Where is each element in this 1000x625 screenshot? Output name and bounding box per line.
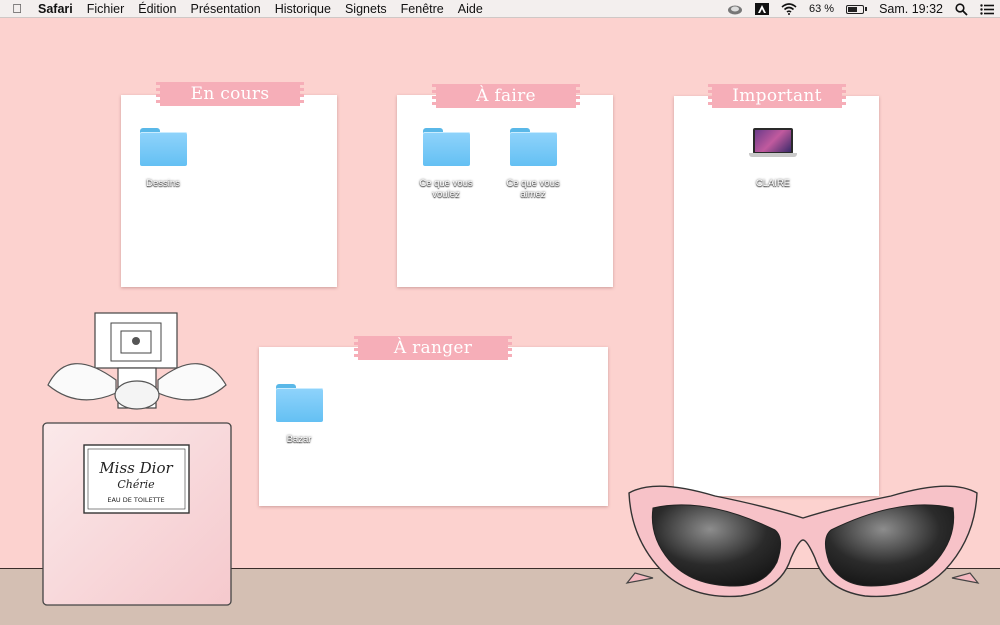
app-menu[interactable]: Safari (34, 2, 80, 16)
menu-fichier[interactable]: Fichier (80, 2, 132, 16)
menu-historique[interactable]: Historique (268, 2, 338, 16)
panel-title-a-ranger: À ranger (354, 336, 512, 360)
desktop-item-label: Bazar (286, 434, 312, 445)
panel-title-important: Important (708, 84, 846, 108)
laptop-drive-icon (749, 128, 797, 158)
perfume-bottle-illustration: Miss Dior Chérie EAU DE TOILETTE (42, 312, 232, 606)
desktop-item[interactable]: Bazar (264, 384, 334, 445)
panel-a-ranger: Bazar (259, 347, 608, 506)
desktop-item-label: Dessins (146, 178, 180, 189)
battery-percent[interactable]: 63 % (809, 3, 834, 15)
notification-center-icon[interactable] (980, 3, 994, 15)
perfume-label-line1: Miss Dior (98, 459, 173, 477)
folder-icon (275, 384, 323, 422)
panel-title-en-cours: En cours (156, 82, 304, 106)
clock[interactable]: Sam. 19:32 (879, 2, 943, 16)
desktop-item-label: Ce que vous voulez (419, 178, 473, 200)
perfume-label-line2: Chérie (117, 478, 155, 491)
menu-presentation[interactable]: Présentation (184, 2, 268, 16)
panel-title-a-faire: À faire (432, 84, 580, 108)
battery-icon[interactable] (846, 4, 868, 14)
perfume-label-line3: EAU DE TOILETTE (107, 496, 164, 504)
desktop-item-label: CLAIRE (755, 178, 791, 189)
menu-aide[interactable]: Aide (451, 2, 490, 16)
panel-important: CLAIRE (674, 96, 879, 496)
menu-signets[interactable]: Signets (338, 2, 394, 16)
desktop-item[interactable]: Ce que vous voulez (411, 128, 481, 200)
menu-edition[interactable]: Édition (131, 2, 183, 16)
folder-icon (139, 128, 187, 166)
desktop-item[interactable]: Ce que vous aimez (498, 128, 568, 200)
sunglasses-illustration (625, 485, 980, 598)
menu-fenetre[interactable]: Fenêtre (394, 2, 451, 16)
desktop-item[interactable]: CLAIRE (738, 128, 808, 189)
watermark-text: la-paillette.com (858, 346, 879, 488)
folder-icon (509, 128, 557, 166)
desktop-item-label: Ce que vous aimez (506, 178, 560, 200)
adobe-logo-icon[interactable] (754, 3, 769, 15)
spotlight-search-icon[interactable] (955, 2, 968, 16)
panel-a-faire: Ce que vous voulez Ce que vous aimez (397, 95, 613, 287)
cloud-status-icon[interactable] (727, 3, 743, 15)
menu-bar:  Safari Fichier Édition Présentation Hi… (0, 0, 1000, 18)
folder-icon (422, 128, 470, 166)
apple-menu-icon[interactable]:  (0, 1, 34, 16)
wifi-icon[interactable] (781, 3, 797, 15)
panel-en-cours: Dessins (121, 95, 337, 287)
desktop-item[interactable]: Dessins (128, 128, 198, 189)
